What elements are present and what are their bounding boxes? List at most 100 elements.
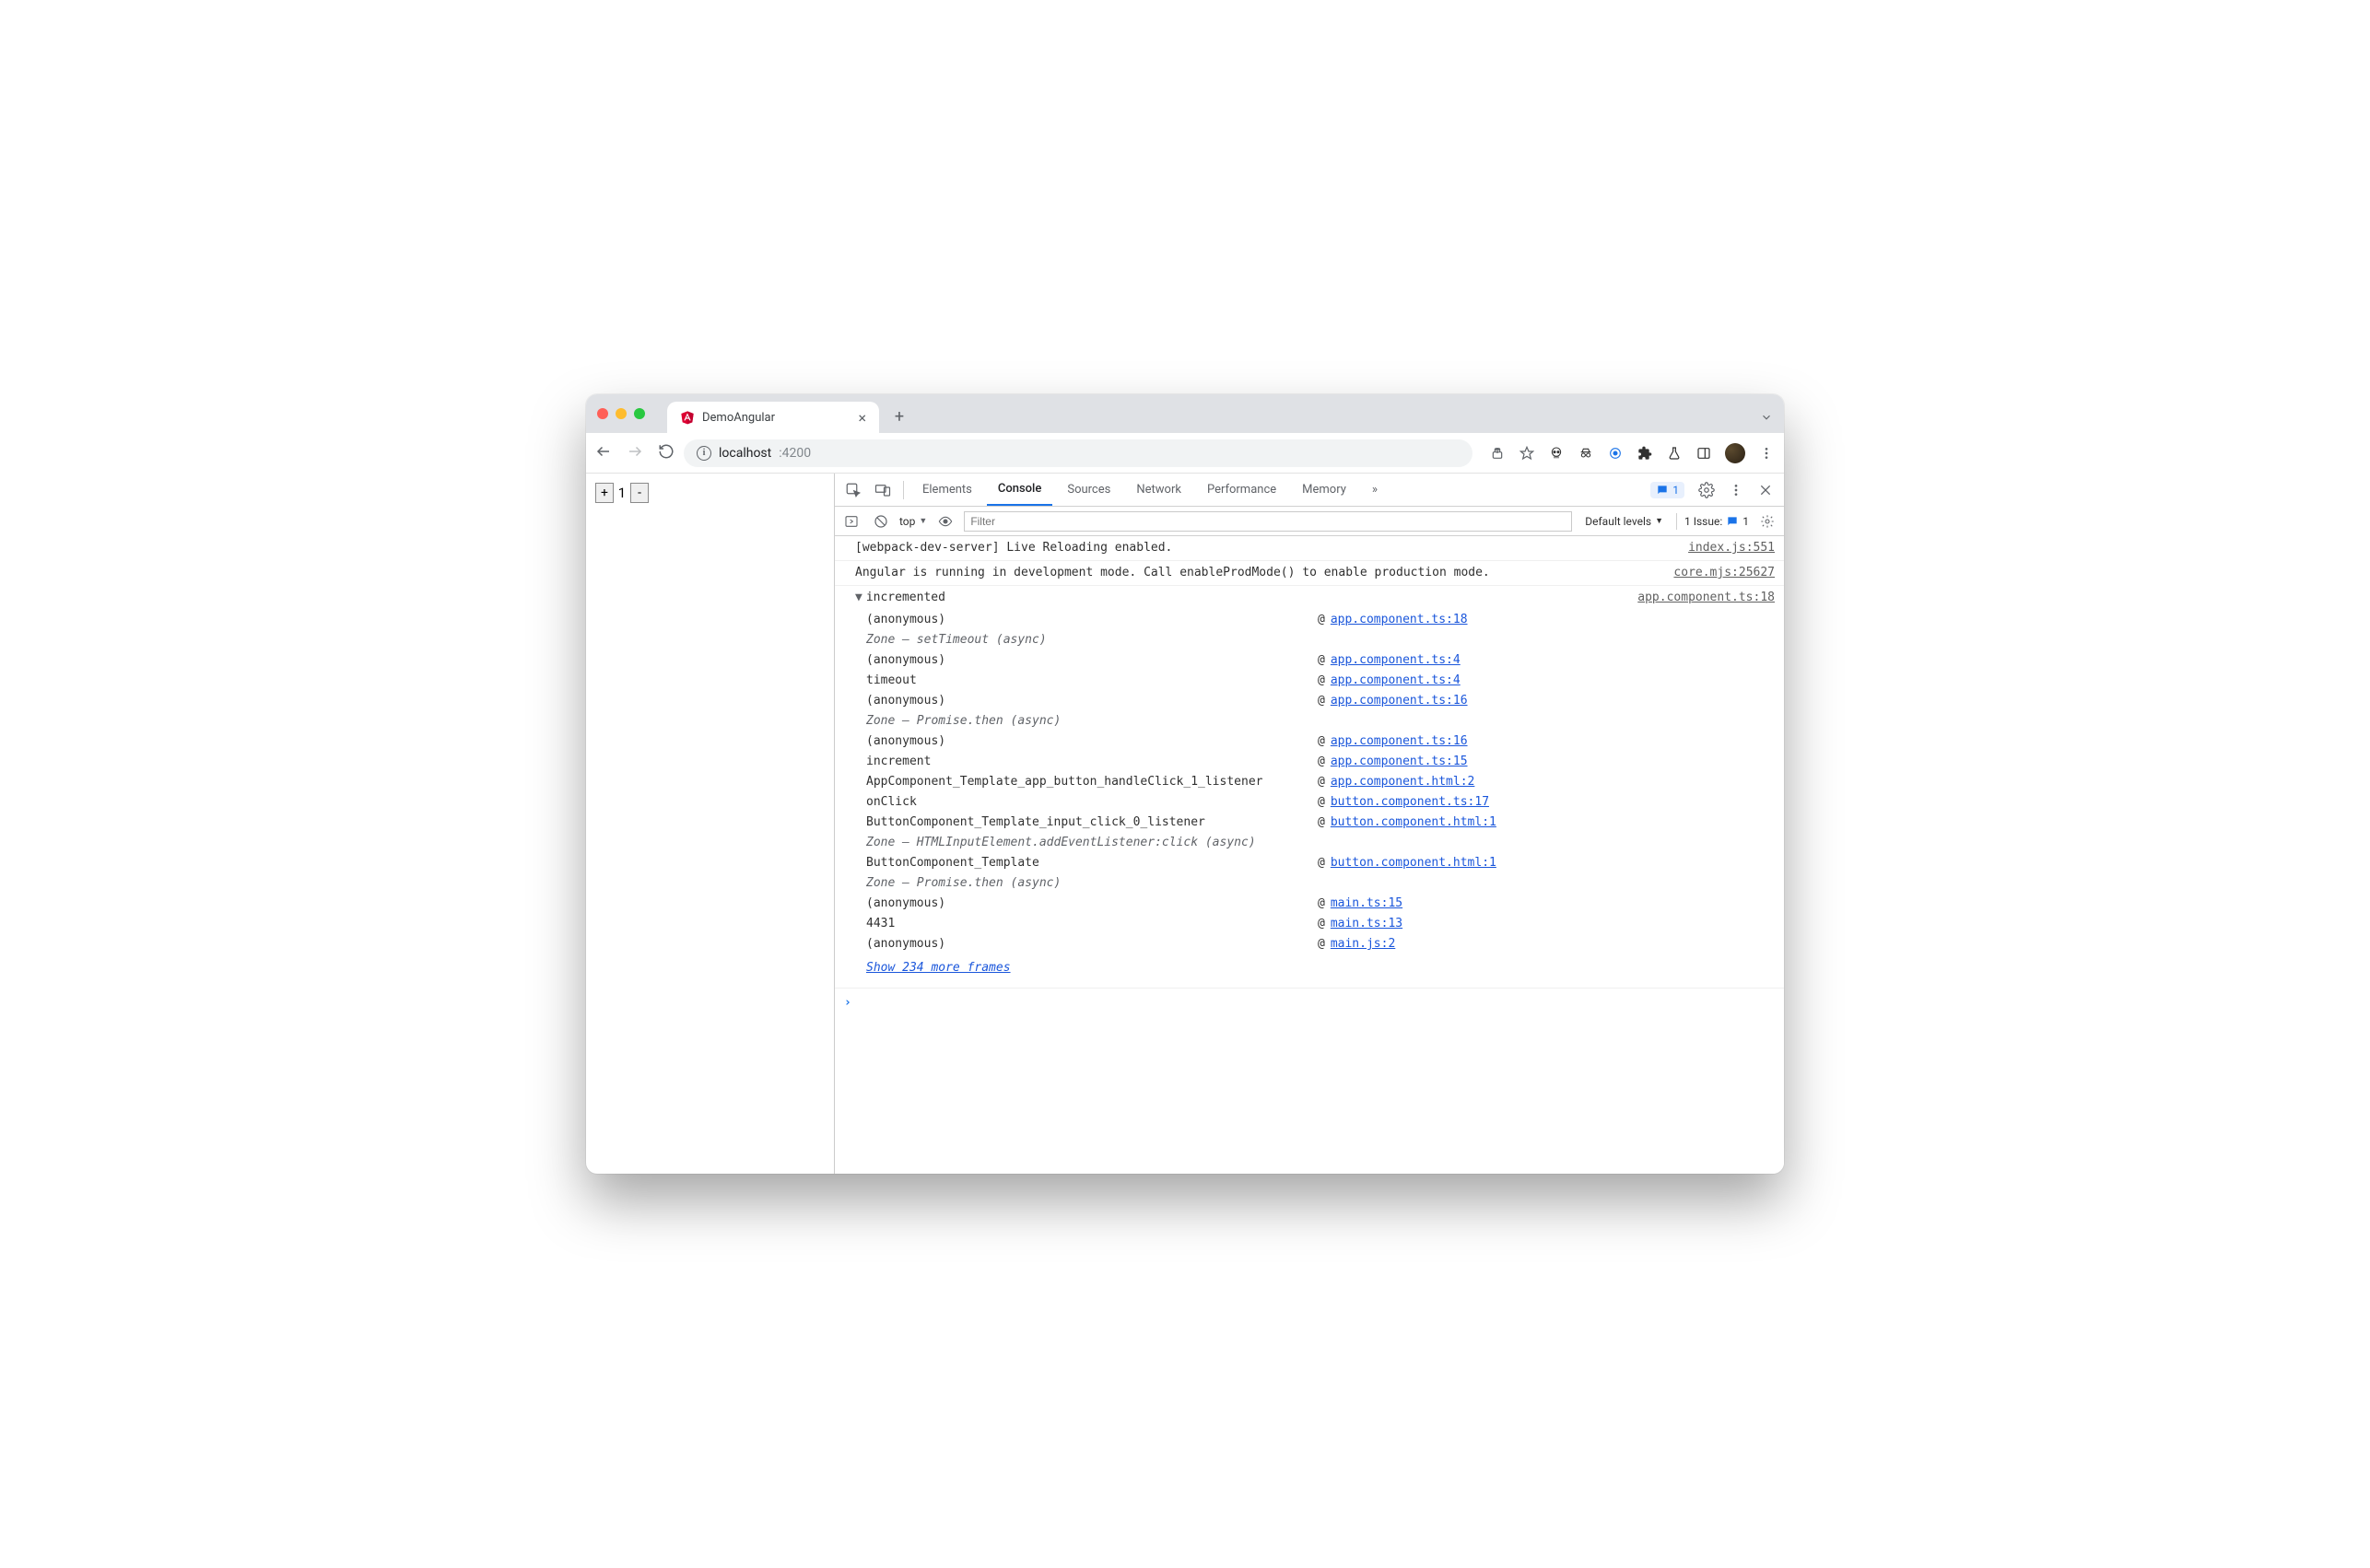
stack-frame: (anonymous)@main.js:2	[855, 934, 1775, 954]
frame-source-link[interactable]: app.component.ts:18	[1331, 610, 1468, 630]
close-tab-icon[interactable]: ×	[858, 409, 866, 427]
counter-widget: + 1 -	[595, 483, 825, 503]
console-toolbar: top▼ Default levels▼ 1 Issue: 1	[835, 507, 1784, 536]
console-settings-gear-icon[interactable]	[1756, 510, 1778, 532]
angular-favicon-icon	[680, 410, 695, 425]
frame-at: @	[1318, 853, 1325, 873]
disclosure-triangle-icon[interactable]: ▼	[855, 588, 862, 608]
reload-button[interactable]	[658, 443, 675, 463]
profile-avatar[interactable]	[1725, 443, 1745, 463]
site-info-icon[interactable]: i	[697, 446, 711, 461]
console-output[interactable]: [webpack-dev-server] Live Reloading enab…	[835, 536, 1784, 1174]
close-window-button[interactable]	[597, 408, 608, 419]
device-toolbar-icon[interactable]	[870, 477, 896, 503]
extensions-icon[interactable]	[1637, 445, 1653, 462]
stack-frame: (anonymous)@app.component.ts:16	[855, 731, 1775, 752]
window-controls	[597, 394, 645, 433]
stack-frame: Zone — Promise.then (async)	[855, 711, 1775, 731]
frame-function: ButtonComponent_Template	[866, 853, 1318, 873]
live-expression-eye-icon[interactable]	[934, 510, 956, 532]
context-select[interactable]: top▼	[899, 515, 927, 528]
decrement-button[interactable]: -	[630, 483, 649, 503]
extension-incognito-icon[interactable]	[1578, 445, 1594, 462]
devtools-menu-icon[interactable]	[1723, 477, 1749, 503]
tab-console[interactable]: Console	[987, 474, 1052, 506]
frame-source-link[interactable]: main.ts:13	[1331, 914, 1402, 934]
console-prompt[interactable]: ›	[835, 989, 1784, 1017]
browser-menu-icon[interactable]	[1758, 445, 1775, 462]
frame-at: @	[1318, 610, 1325, 630]
browser-window: DemoAngular × + i localhost:4200	[586, 394, 1784, 1174]
stack-frame: ButtonComponent_Template_input_click_0_l…	[855, 813, 1775, 833]
url-field[interactable]: i localhost:4200	[684, 439, 1472, 467]
toggle-sidebar-icon[interactable]	[840, 510, 862, 532]
frame-source-link[interactable]: app.component.ts:16	[1331, 731, 1468, 752]
new-tab-button[interactable]: +	[886, 404, 912, 429]
frame-at: @	[1318, 752, 1325, 772]
maximize-window-button[interactable]	[634, 408, 645, 419]
stack-frame: AppComponent_Template_app_button_handleC…	[855, 772, 1775, 792]
frame-source-link[interactable]: button.component.html:1	[1331, 813, 1496, 833]
frame-function: AppComponent_Template_app_button_handleC…	[866, 772, 1318, 792]
back-button[interactable]	[595, 443, 612, 463]
frame-source-link[interactable]: app.component.html:2	[1331, 772, 1475, 792]
frame-function: (anonymous)	[866, 934, 1318, 954]
frame-source-link[interactable]: app.component.ts:15	[1331, 752, 1468, 772]
tab-memory[interactable]: Memory	[1291, 474, 1357, 506]
frame-source-link[interactable]: button.component.ts:17	[1331, 792, 1489, 813]
frame-at: @	[1318, 691, 1325, 711]
inspect-element-icon[interactable]	[840, 477, 866, 503]
forward-button[interactable]	[627, 443, 643, 463]
minimize-window-button[interactable]	[616, 408, 627, 419]
bookmark-star-icon[interactable]	[1519, 445, 1535, 462]
tab-title: DemoAngular	[702, 411, 775, 425]
trace-source-link[interactable]: app.component.ts:18	[1637, 588, 1775, 608]
frame-source-link[interactable]: button.component.html:1	[1331, 853, 1496, 873]
settings-gear-icon[interactable]	[1694, 477, 1719, 503]
frame-source-link[interactable]: app.component.ts:16	[1331, 691, 1468, 711]
frame-source-link[interactable]: app.component.ts:4	[1331, 650, 1461, 671]
show-more-frames[interactable]: Show 234 more frames	[855, 958, 1775, 978]
frame-function: (anonymous)	[866, 731, 1318, 752]
stack-frame: Zone — Promise.then (async)	[855, 873, 1775, 894]
tab-network[interactable]: Network	[1125, 474, 1192, 506]
more-tabs-icon[interactable]: »	[1361, 474, 1389, 506]
side-panel-icon[interactable]	[1695, 445, 1712, 462]
stack-frame: (anonymous)@main.ts:15	[855, 894, 1775, 914]
tab-sources[interactable]: Sources	[1056, 474, 1121, 506]
frame-function: (anonymous)	[866, 610, 1318, 630]
frame-source-link[interactable]: main.js:2	[1331, 934, 1395, 954]
tab-elements[interactable]: Elements	[911, 474, 983, 506]
messages-count: 1	[1672, 484, 1679, 497]
frame-source-link[interactable]: main.ts:15	[1331, 894, 1402, 914]
frame-at: @	[1318, 772, 1325, 792]
log-source-link[interactable]: index.js:551	[1688, 538, 1775, 558]
log-levels-select[interactable]: Default levels▼	[1585, 515, 1663, 528]
share-icon[interactable]	[1489, 445, 1506, 462]
clear-console-icon[interactable]	[870, 510, 892, 532]
frame-at: @	[1318, 813, 1325, 833]
log-message: [webpack-dev-server] Live Reloading enab…	[855, 538, 1670, 558]
stack-frame: (anonymous)@app.component.ts:16	[855, 691, 1775, 711]
tab-performance[interactable]: Performance	[1196, 474, 1287, 506]
frame-function: increment	[866, 752, 1318, 772]
address-bar: i localhost:4200	[586, 433, 1784, 474]
issues-button[interactable]: 1 Issue: 1	[1684, 515, 1749, 528]
log-source-link[interactable]: core.mjs:25627	[1673, 563, 1775, 583]
frame-function: timeout	[866, 671, 1318, 691]
stack-frame: ButtonComponent_Template@ button.componen…	[855, 853, 1775, 873]
url-port: :4200	[779, 446, 811, 461]
increment-button[interactable]: +	[595, 483, 614, 503]
extension-eye-icon[interactable]	[1607, 445, 1624, 462]
browser-tab[interactable]: DemoAngular ×	[667, 402, 879, 433]
frame-function: Zone — Promise.then (async)	[866, 711, 1318, 731]
frame-function: 4431	[866, 914, 1318, 934]
messages-chip[interactable]: 1	[1650, 482, 1684, 498]
close-devtools-icon[interactable]	[1753, 477, 1778, 503]
console-filter-input[interactable]	[964, 511, 1572, 532]
trace-label: incremented	[866, 588, 1637, 608]
extension-skull-icon[interactable]	[1548, 445, 1565, 462]
chevron-down-icon[interactable]	[1760, 410, 1773, 427]
labs-flask-icon[interactable]	[1666, 445, 1683, 462]
frame-source-link[interactable]: app.component.ts:4	[1331, 671, 1461, 691]
